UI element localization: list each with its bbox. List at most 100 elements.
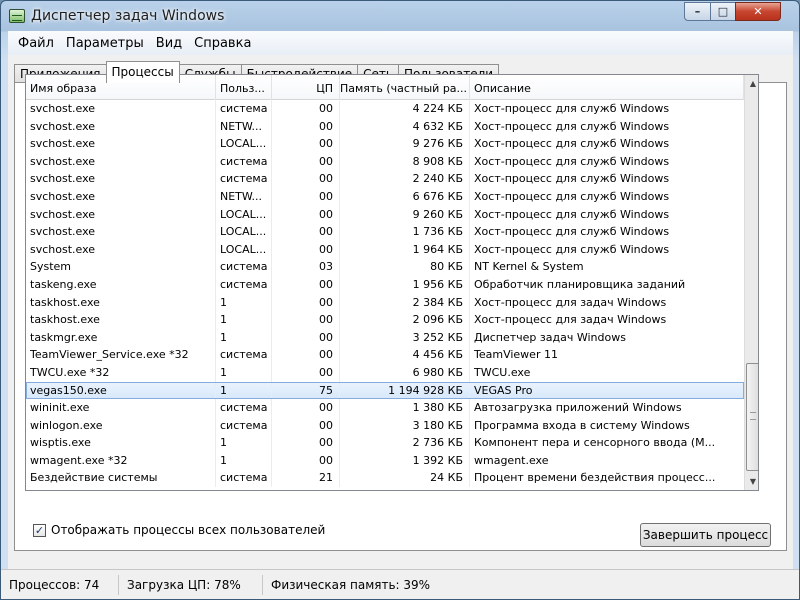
process-description-cell: TeamViewer 11 (474, 348, 558, 362)
process-user-cell: система (216, 416, 272, 435)
process-name-cell: TWCU.exe *32 (26, 363, 216, 382)
menu-bar: Файл Параметры Вид Справка (8, 31, 793, 55)
process-memory-cell: 3 252 КБ (340, 328, 470, 347)
process-name-cell: svchost.exe (26, 223, 216, 241)
process-row[interactable]: svchost.exe система 00 4 224 КБ Хост-процесс… (26, 100, 744, 118)
process-memory-cell: 1 380 КБ (340, 399, 470, 417)
menu-options[interactable]: Параметры (60, 36, 150, 51)
process-row[interactable]: taskhost.exe 1 00 2 096 КБ Хост-процесс для … (26, 311, 744, 329)
process-cpu-cell: 00 (272, 240, 340, 259)
process-cpu-cell: 00 (272, 346, 340, 364)
process-user-cell: NETW... (216, 117, 272, 136)
process-row[interactable]: wininit.exe система 00 1 380 КБ Автозагрузка… (26, 399, 744, 417)
process-row[interactable]: wisptis.exe 1 00 2 736 КБ Компонент пера и с… (26, 434, 744, 452)
process-name-cell: wininit.exe (26, 399, 216, 417)
window-title: Диспетчер задач Windows (31, 8, 225, 24)
process-cpu-cell: 00 (272, 451, 340, 470)
process-cpu-cell: 00 (272, 311, 340, 329)
menu-file[interactable]: Файл (12, 36, 60, 51)
process-description-cell: TWCU.exe (474, 365, 531, 379)
process-name-cell: taskhost.exe (26, 311, 216, 329)
process-row[interactable]: TeamViewer_Service.exe *32 система 00 4 456… (26, 346, 744, 364)
process-name-cell: wmagent.exe *32 (26, 451, 216, 470)
menu-help[interactable]: Справка (188, 36, 257, 51)
show-all-users-checkbox[interactable]: ✓ (33, 523, 46, 537)
process-user-cell: LOCAL... (216, 240, 272, 259)
process-row[interactable]: taskmgr.exe 1 00 3 252 КБ Диспетчер задач Wi… (26, 328, 744, 347)
maximize-button[interactable]: □ (710, 2, 736, 21)
process-row[interactable]: winlogon.exe система 00 3 180 КБ Программа в… (26, 416, 744, 435)
process-row[interactable]: svchost.exe LOCAL... 00 9 260 КБ Хост-процес… (26, 205, 744, 224)
process-row[interactable]: svchost.exe LOCAL... 00 1 964 КБ Хост-процес… (26, 240, 744, 259)
column-description[interactable]: Описание (470, 75, 744, 100)
process-memory-cell: 2 096 КБ (340, 311, 470, 329)
process-row[interactable]: System система 03 80 КБ NT Kernel & System (26, 258, 744, 276)
process-description-cell: Хост-процесс для служб Windows (474, 137, 670, 151)
process-memory-cell: 4 224 КБ (340, 100, 470, 118)
process-memory-cell: 4 456 КБ (340, 346, 470, 364)
column-memory[interactable]: Память (частный ра... (340, 75, 470, 100)
vertical-scrollbar[interactable]: ▲ ▼ (744, 75, 758, 490)
column-user[interactable]: Польз... (216, 75, 272, 100)
process-user-cell: система (216, 170, 272, 188)
process-row[interactable]: svchost.exe LOCAL... 00 9 276 КБ Хост-процес… (26, 135, 744, 153)
end-process-button[interactable]: Завершить процесс (640, 523, 771, 547)
process-description-cell: Компонент пера и сенсорного ввода (М... (474, 436, 716, 450)
process-description-cell: Хост-процесс для служб Windows (474, 242, 670, 256)
process-memory-cell: 2 384 КБ (340, 293, 470, 312)
scroll-down-arrow-icon[interactable]: ▼ (745, 473, 758, 490)
process-description-cell: Хост-процесс для задач Windows (474, 295, 667, 309)
show-all-users-option[interactable]: ✓ Отображать процессы всех пользователей (33, 523, 325, 537)
process-row[interactable]: taskhost.exe 1 00 2 384 КБ Хост-процесс для … (26, 293, 744, 312)
process-name-cell: taskeng.exe (26, 275, 216, 294)
process-row[interactable]: TWCU.exe *32 1 00 6 980 КБ TWCU.exe (26, 363, 744, 382)
process-row[interactable]: svchost.exe NETW... 00 6 676 КБ Хост-процесс… (26, 187, 744, 206)
column-cpu[interactable]: ЦП (272, 75, 340, 100)
process-cpu-cell: 00 (272, 223, 340, 241)
process-memory-cell: 1 964 КБ (340, 240, 470, 259)
process-description-cell: Хост-процесс для служб Windows (474, 154, 670, 168)
tab-processes[interactable]: Процессы (105, 61, 180, 83)
minimize-button[interactable]: – (684, 2, 711, 21)
process-cpu-cell: 00 (272, 293, 340, 312)
process-cpu-cell: 00 (272, 363, 340, 382)
process-memory-cell: 1 956 КБ (340, 275, 470, 294)
scroll-up-arrow-icon[interactable]: ▲ (745, 75, 758, 92)
process-description-cell: Диспетчер задач Windows (474, 330, 626, 344)
process-cpu-cell: 00 (272, 187, 340, 206)
process-description-cell: wmagent.exe (474, 453, 549, 467)
menu-view[interactable]: Вид (150, 36, 188, 51)
process-memory-cell: 1 392 КБ (340, 451, 470, 470)
process-cpu-cell: 00 (272, 399, 340, 417)
process-memory-cell: 4 632 КБ (340, 117, 470, 136)
process-user-cell: система (216, 258, 272, 276)
process-row[interactable]: svchost.exe система 00 8 908 КБ Хост-процесс… (26, 152, 744, 171)
scrollbar-grip-icon (750, 412, 756, 420)
process-cpu-cell: 75 (272, 381, 340, 400)
process-row[interactable]: svchost.exe NETW... 00 4 632 КБ Хост-процесс… (26, 117, 744, 136)
process-name-cell: winlogon.exe (26, 416, 216, 435)
process-row[interactable]: vegas150.exe 1 75 1 194 928 КБ VEGAS Pro (26, 381, 744, 400)
process-row[interactable]: taskeng.exe система 00 1 956 КБ Обработчик п… (26, 275, 744, 294)
process-cpu-cell: 21 (272, 469, 340, 488)
process-user-cell: 1 (216, 363, 272, 382)
title-bar[interactable]: Диспетчер задач Windows – □ ✕ (1, 1, 799, 31)
process-description-cell: Хост-процесс для задач Windows (474, 313, 667, 327)
close-button[interactable]: ✕ (735, 2, 781, 21)
status-cpu-usage: Загрузка ЦП: 78% (119, 575, 263, 595)
process-memory-cell: 24 КБ (340, 469, 470, 488)
process-name-cell: svchost.exe (26, 170, 216, 188)
process-row[interactable]: svchost.exe LOCAL... 00 1 736 КБ Хост-процес… (26, 223, 744, 241)
process-row[interactable]: Бездействие системы система 21 24 КБ Процент… (26, 469, 744, 488)
scrollbar-thumb[interactable] (746, 363, 758, 471)
process-name-cell: System (26, 258, 216, 276)
process-row[interactable]: wmagent.exe *32 1 00 1 392 КБ wmagent.exe (26, 451, 744, 470)
process-description-cell: Хост-процесс для служб Windows (474, 207, 670, 221)
process-description-cell: Хост-процесс для служб Windows (474, 172, 670, 186)
process-user-cell: LOCAL... (216, 205, 272, 224)
process-row[interactable]: svchost.exe система 00 2 240 КБ Хост-процесс… (26, 170, 744, 188)
process-name-cell: taskmgr.exe (26, 328, 216, 347)
process-name-cell: wisptis.exe (26, 434, 216, 452)
process-user-cell: 1 (216, 328, 272, 347)
column-image-name-label: Имя образа (30, 82, 97, 95)
